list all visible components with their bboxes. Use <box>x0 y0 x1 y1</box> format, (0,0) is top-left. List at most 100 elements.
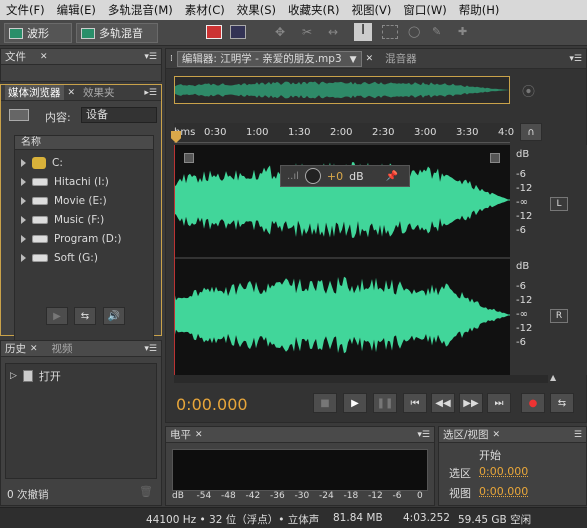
level-header: 电平 ✕ ▾☰ <box>166 427 434 443</box>
time-ruler[interactable]: hms 0:30 1:00 1:30 2:00 2:30 3:00 3:30 4:0 <box>171 123 514 143</box>
play-icon[interactable]: ▶ <box>46 307 68 325</box>
fade-in-handle-icon[interactable] <box>184 153 194 163</box>
rewind-icon[interactable]: ◀◀ <box>431 393 455 413</box>
panel-menu-icon[interactable]: ▾☰ <box>144 52 157 62</box>
skip-to-start-icon[interactable]: ⏮ <box>403 393 427 413</box>
loop-icon[interactable]: ⇆ <box>74 307 96 325</box>
level-tab[interactable]: 电平 <box>170 427 191 442</box>
overview-bar[interactable] <box>174 76 510 104</box>
trash-icon[interactable]: 🗑 <box>139 485 153 498</box>
fast-forward-icon[interactable]: ▶▶ <box>459 393 483 413</box>
effects-rack-tab[interactable]: 效果夹 <box>83 85 115 100</box>
content-dropdown[interactable]: 设备 <box>81 107 157 123</box>
skip-to-end-icon[interactable]: ⏭ <box>487 393 511 413</box>
waveform-area[interactable]: ..ıl +0 dB 📌 <box>174 145 510 375</box>
current-time-display[interactable]: 0:00.000 <box>176 395 248 414</box>
menu-clip[interactable]: 素材(C) <box>179 2 231 18</box>
close-icon[interactable]: ✕ <box>40 52 48 62</box>
headphones-icon[interactable]: ∩ <box>520 123 542 141</box>
editor-header: ⁞ 编辑器: 江明学 - 亲爱的朋友.mp3 ▼ ✕ 混音器 ▾☰ <box>166 49 586 69</box>
expand-icon[interactable] <box>21 235 26 243</box>
razor-tool-icon[interactable]: ✂ <box>302 25 318 39</box>
multitrack-view-button[interactable]: 多轨混音 <box>76 23 158 43</box>
panel-menu-icon[interactable]: ☰ <box>574 430 582 440</box>
hud-gain-control[interactable]: ..ıl +0 dB 📌 <box>280 165 410 187</box>
drive-item[interactable]: Soft (G:) <box>21 249 98 267</box>
time-selection-tool-icon[interactable]: I <box>354 23 372 41</box>
drive-item[interactable]: Music (F:) <box>21 211 104 229</box>
gain-knob-icon[interactable] <box>304 168 321 184</box>
zoom-navigator-icon[interactable]: ⦿ <box>522 81 535 100</box>
menu-multitrack[interactable]: 多轨混音(M) <box>102 2 179 18</box>
scroll-up-icon[interactable]: ▲ <box>550 373 556 382</box>
play-icon[interactable]: ▶ <box>343 393 367 413</box>
video-tab[interactable]: 视频 <box>52 341 73 356</box>
close-icon[interactable]: ✕ <box>30 344 38 354</box>
close-icon[interactable]: ✕ <box>68 88 76 98</box>
slip-tool-icon[interactable]: ↔ <box>328 25 344 39</box>
toolbar: 波形 多轨混音 ✥ ✂ ↔ I ◯ ✎ ✚ <box>0 20 587 46</box>
panel-menu-icon[interactable]: ▾☰ <box>144 344 157 354</box>
gain-value[interactable]: +0 <box>327 170 343 183</box>
close-icon[interactable]: ✕ <box>493 430 501 440</box>
horizontal-scrollbar[interactable] <box>174 375 548 383</box>
menu-view[interactable]: 视图(V) <box>346 2 398 18</box>
menu-favorites[interactable]: 收藏夹(R) <box>282 2 345 18</box>
spectral-frequency-icon[interactable] <box>206 25 222 39</box>
drive-item[interactable]: Program (D:) <box>21 230 121 248</box>
brush-tool-icon[interactable]: ✎ <box>432 25 448 39</box>
expand-icon[interactable] <box>21 178 26 186</box>
pause-icon[interactable]: ❚❚ <box>373 393 397 413</box>
media-browser-tab[interactable]: 媒体浏览器 <box>5 85 64 100</box>
left-channel-toggle[interactable]: L <box>550 197 568 211</box>
menu-window[interactable]: 窗口(W) <box>397 2 452 18</box>
menu-file[interactable]: 文件(F) <box>0 2 51 18</box>
lasso-tool-icon[interactable]: ◯ <box>408 25 424 39</box>
mixer-tab[interactable]: 混音器 <box>385 51 417 66</box>
view-start-value[interactable]: 0:00.000 <box>479 485 528 498</box>
marquee-tool-icon[interactable] <box>382 25 398 39</box>
expand-icon[interactable] <box>21 197 26 205</box>
history-tab[interactable]: 历史 <box>5 341 26 356</box>
record-icon[interactable]: ● <box>521 393 545 413</box>
history-item[interactable]: ▷ 打开 <box>6 364 156 388</box>
selection-view-tab[interactable]: 选区/视图 <box>443 427 489 442</box>
fade-out-handle-icon[interactable] <box>490 153 500 163</box>
menu-help[interactable]: 帮助(H) <box>453 2 506 18</box>
panel-menu-icon[interactable]: ▾☰ <box>417 430 430 440</box>
menu-effects[interactable]: 效果(S) <box>231 2 282 18</box>
stop-icon[interactable]: ■ <box>313 393 337 413</box>
ruler-tick-label: 2:30 <box>372 127 395 138</box>
panel-menu-icon[interactable]: ▾☰ <box>569 54 582 64</box>
menu-edit[interactable]: 编辑(E) <box>51 2 102 18</box>
device-icon[interactable] <box>9 109 29 121</box>
selection-start-value[interactable]: 0:00.000 <box>479 465 528 478</box>
drive-item[interactable]: Movie (E:) <box>21 192 107 210</box>
healing-tool-icon[interactable]: ✚ <box>458 25 474 39</box>
playhead-marker[interactable] <box>171 131 181 143</box>
waveform-label: 波形 <box>27 27 49 40</box>
dropdown-icon[interactable]: ▼ <box>350 55 357 65</box>
close-icon[interactable]: ✕ <box>366 54 374 64</box>
db-scale: dB -6 -12 -∞ -12 -6 dB -6 -12 -∞ -12 -6 L R <box>510 145 587 375</box>
move-tool-icon[interactable]: ✥ <box>275 25 291 39</box>
volume-icon[interactable]: 🔊 <box>103 307 125 325</box>
meter-scale-label: -6 <box>392 491 402 501</box>
spectral-pitch-icon[interactable] <box>230 25 246 39</box>
expand-icon[interactable] <box>21 159 26 167</box>
drive-item[interactable]: C: <box>21 154 63 172</box>
close-icon[interactable]: ✕ <box>195 430 203 440</box>
drive-item[interactable]: Hitachi (I:) <box>21 173 109 191</box>
files-tab[interactable]: 文件 <box>5 49 26 64</box>
pin-icon[interactable]: 📌 <box>386 171 398 182</box>
expand-icon[interactable] <box>21 254 26 262</box>
loop-playback-icon[interactable]: ⇆ <box>550 393 574 413</box>
view-label: 视图 <box>449 487 471 500</box>
waveform-view-button[interactable]: 波形 <box>4 23 72 43</box>
panel-menu-icon[interactable]: ▸☰ <box>144 88 157 98</box>
right-channel-toggle[interactable]: R <box>550 309 568 323</box>
user-drive-icon <box>32 157 46 169</box>
expand-icon[interactable] <box>21 216 26 224</box>
editor-tab[interactable]: 编辑器: 江明学 - 亲爱的朋友.mp3 ▼ <box>176 50 362 67</box>
name-column-header[interactable]: 名称 <box>15 136 153 150</box>
